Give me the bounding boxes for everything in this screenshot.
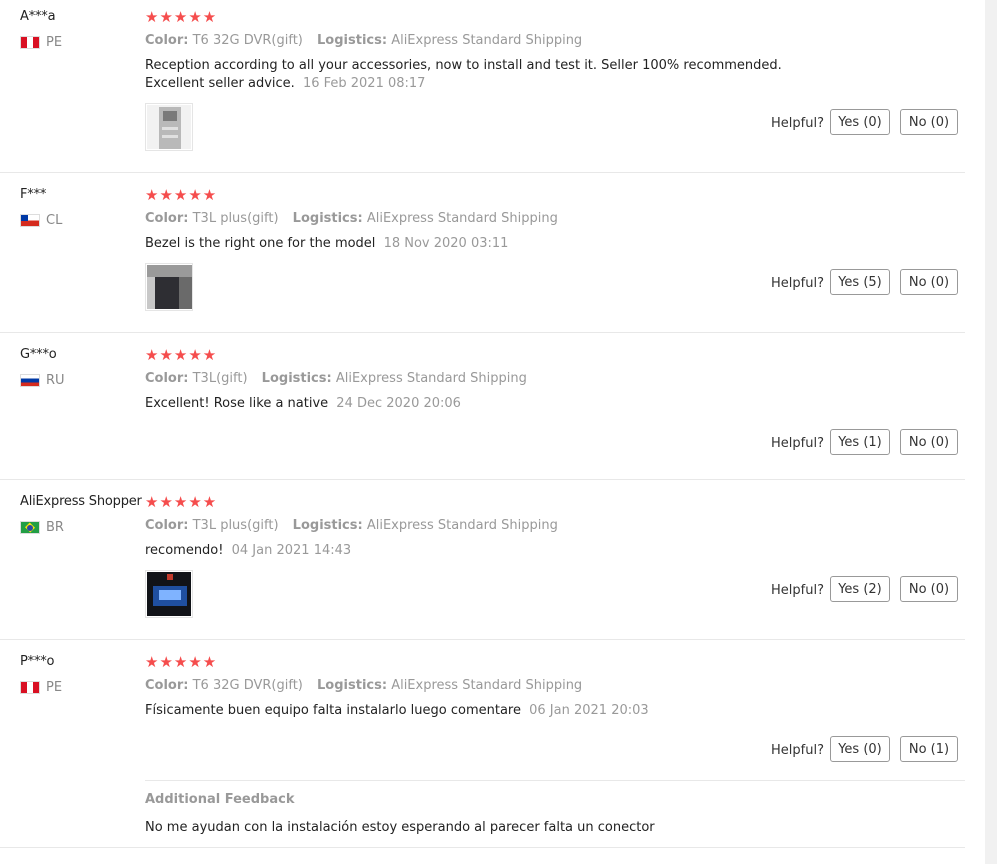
color-value: T6 32G DVR(gift) (192, 678, 303, 693)
country-code: CL (46, 213, 63, 228)
logistics-value: AliExpress Standard Shipping (366, 211, 558, 226)
review-text: Físicamente buen equipo falta instalarlo… (145, 703, 521, 718)
page-scrollbar[interactable] (985, 0, 997, 864)
reviewer-country: PE (20, 35, 62, 50)
star-rating: ★★★★★ (145, 346, 218, 364)
helpful-no-button[interactable]: No (0) (900, 269, 958, 295)
chile-flag-icon (20, 214, 40, 227)
sku-info: Color: T3L(gift) Logistics: AliExpress S… (145, 371, 527, 386)
review-content: Reception according to all your accessor… (145, 57, 835, 93)
review-date: 18 Nov 2020 03:11 (383, 236, 509, 251)
helpful-label: Helpful? (771, 276, 824, 291)
star-rating: ★★★★★ (145, 8, 218, 26)
sku-info: Color: T3L plus(gift) Logistics: AliExpr… (145, 211, 558, 226)
helpful-label: Helpful? (771, 743, 824, 758)
helpful-label: Helpful? (771, 583, 824, 598)
review-content: Físicamente buen equipo falta instalarlo… (145, 702, 835, 720)
sku-info: Color: T6 32G DVR(gift) Logistics: AliEx… (145, 33, 582, 48)
helpful-label: Helpful? (771, 116, 824, 131)
color-value: T3L plus(gift) (192, 518, 279, 533)
review-item: AliExpress Shopper BR ★★★★★ Color: T3L p… (0, 479, 965, 640)
color-label: Color: (145, 211, 189, 226)
review-text: Excellent! Rose like a native (145, 396, 329, 411)
color-value: T3L plus(gift) (192, 211, 279, 226)
helpful-no-button[interactable]: No (0) (900, 109, 958, 135)
peru-flag-icon (20, 36, 40, 49)
color-value: T3L(gift) (192, 371, 248, 386)
logistics-label: Logistics: (317, 33, 388, 48)
review-item: F*** CL ★★★★★ Color: T3L plus(gift) Logi… (0, 172, 965, 333)
country-code: PE (46, 35, 63, 50)
country-code: BR (46, 520, 64, 535)
reviewer-country: BR (20, 520, 64, 535)
country-code: PE (46, 680, 63, 695)
sku-info: Color: T6 32G DVR(gift) Logistics: AliEx… (145, 678, 582, 693)
reviewer-name: P***o (20, 654, 55, 669)
logistics-label: Logistics: (261, 371, 332, 386)
brazil-flag-icon (20, 521, 40, 534)
review-date: 06 Jan 2021 20:03 (529, 703, 649, 718)
logistics-value: AliExpress Standard Shipping (391, 678, 583, 693)
review-content: Excellent! Rose like a native 24 Dec 202… (145, 395, 835, 413)
helpful-no-button[interactable]: No (1) (900, 736, 958, 762)
helpful-yes-button[interactable]: Yes (0) (830, 109, 890, 135)
review-text: Reception according to all your accessor… (145, 58, 782, 91)
star-rating: ★★★★★ (145, 653, 218, 671)
reviewer-name: A***a (20, 9, 56, 24)
review-photo-thumbnail[interactable] (145, 570, 193, 618)
helpful-no-button[interactable]: No (0) (900, 576, 958, 602)
review-date: 24 Dec 2020 20:06 (336, 396, 461, 411)
review-content: recomendo! 04 Jan 2021 14:43 (145, 542, 835, 560)
review-item: G***o RU ★★★★★ Color: T3L(gift) Logistic… (0, 332, 965, 480)
helpful-yes-button[interactable]: Yes (0) (830, 736, 890, 762)
logistics-label: Logistics: (317, 678, 388, 693)
color-value: T6 32G DVR(gift) (192, 33, 303, 48)
reviewer-name: F*** (20, 187, 47, 202)
helpful-label: Helpful? (771, 436, 824, 451)
review-photo-thumbnail[interactable] (145, 103, 193, 151)
review-photo-thumbnail[interactable] (145, 263, 193, 311)
reviewer-country: CL (20, 213, 62, 228)
color-label: Color: (145, 371, 189, 386)
helpful-no-button[interactable]: No (0) (900, 429, 958, 455)
logistics-label: Logistics: (292, 211, 363, 226)
review-date: 04 Jan 2021 14:43 (231, 543, 352, 558)
color-label: Color: (145, 33, 189, 48)
additional-feedback-text: No me ayudan con la instalación estoy es… (145, 820, 655, 835)
reviewer-name: G***o (20, 347, 57, 362)
reviewer-name: AliExpress Shopper (20, 494, 142, 509)
logistics-value: AliExpress Standard Shipping (335, 371, 527, 386)
additional-feedback-title: Additional Feedback (145, 792, 295, 807)
peru-flag-icon (20, 681, 40, 694)
logistics-value: AliExpress Standard Shipping (391, 33, 583, 48)
helpful-yes-button[interactable]: Yes (1) (830, 429, 890, 455)
additional-feedback-divider (145, 780, 965, 781)
review-content: Bezel is the right one for the model 18 … (145, 235, 835, 253)
review-item: A***a PE ★★★★★ Color: T6 32G DVR(gift) L… (0, 0, 965, 173)
logistics-label: Logistics: (292, 518, 363, 533)
star-rating: ★★★★★ (145, 493, 218, 511)
helpful-yes-button[interactable]: Yes (2) (830, 576, 890, 602)
review-date: 16 Feb 2021 08:17 (302, 76, 426, 91)
review-item: P***o PE ★★★★★ Color: T6 32G DVR(gift) L… (0, 639, 965, 848)
color-label: Color: (145, 678, 189, 693)
reviewer-country: RU (20, 373, 65, 388)
russia-flag-icon (20, 374, 40, 387)
logistics-value: AliExpress Standard Shipping (366, 518, 558, 533)
color-label: Color: (145, 518, 189, 533)
helpful-yes-button[interactable]: Yes (5) (830, 269, 890, 295)
star-rating: ★★★★★ (145, 186, 218, 204)
reviewer-country: PE (20, 680, 62, 695)
review-text: Bezel is the right one for the model (145, 236, 376, 251)
sku-info: Color: T3L plus(gift) Logistics: AliExpr… (145, 518, 558, 533)
country-code: RU (46, 373, 65, 388)
review-text: recomendo! (145, 543, 224, 558)
